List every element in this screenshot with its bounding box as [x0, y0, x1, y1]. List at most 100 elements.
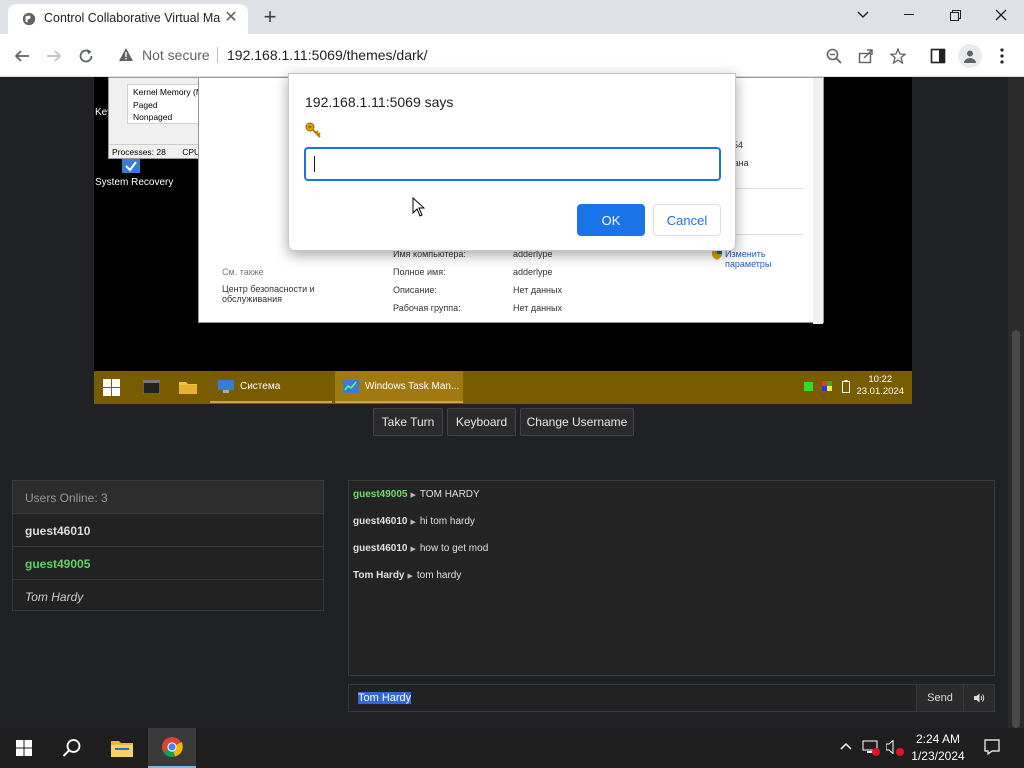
start-button[interactable] [0, 728, 48, 768]
chat-username: guest49005 [353, 489, 408, 500]
side-panel-icon[interactable] [924, 42, 952, 70]
vm-taskbar: Система Windows Task Man... 10:22 23.01.… [94, 371, 912, 404]
profile-avatar-icon[interactable] [958, 44, 982, 68]
volume-button[interactable] [963, 685, 994, 711]
vm-taskbar-item[interactable]: Windows Task Man... [335, 371, 463, 403]
see-also-label: См. также [222, 267, 264, 277]
page-scrollbar[interactable] [1008, 77, 1024, 728]
chat-arrow-icon: ▶ [410, 519, 416, 526]
network-error-badge [872, 748, 880, 756]
system-recovery-icon [122, 159, 140, 173]
chrome-icon [162, 737, 183, 757]
take-turn-button[interactable]: Take Turn [373, 408, 443, 436]
user-list-item[interactable]: Tom Hardy [13, 580, 323, 613]
address-bar[interactable]: Not secure 192.168.1.11:5069/themes/dark… [106, 39, 862, 71]
users-online-header: Users Online: 3 [13, 481, 323, 514]
zoom-icon[interactable] [820, 42, 848, 70]
windows-logo-icon [16, 740, 32, 756]
sys-row-label: Полное имя: [393, 267, 446, 277]
chat-username: guest46010 [353, 543, 408, 554]
vm-cmd-icon[interactable] [143, 380, 160, 394]
sys-row-value: Нет данных [513, 285, 562, 295]
sys-scrollbar[interactable] [813, 78, 823, 324]
bookmark-star-icon[interactable] [884, 42, 912, 70]
tab-search-chevron-icon[interactable] [840, 0, 886, 30]
system-icon [218, 379, 234, 393]
chat-text: TOM HARDY [419, 489, 480, 500]
change-params-link[interactable]: Изменить параметры [725, 249, 785, 269]
users-panel: Users Online: 3 guest46010 guest49005 To… [12, 480, 324, 611]
prompt-dialog: 192.168.1.11:5069 says OK Cancel [288, 73, 736, 251]
share-icon[interactable] [852, 42, 880, 70]
forward-button[interactable] [40, 42, 68, 70]
nonpaged-label: Nonpaged [133, 112, 173, 122]
vm-desktop-icon-label[interactable]: System Recovery [95, 177, 173, 188]
chevron-up-icon[interactable] [840, 742, 852, 750]
vm-tray-color-icon[interactable] [822, 381, 832, 391]
chat-text: how to get mod [419, 543, 489, 554]
user-list-item[interactable]: guest46010 [13, 514, 323, 547]
volume-icon [973, 693, 984, 703]
file-explorer-button[interactable] [98, 728, 146, 768]
change-username-button[interactable]: Change Username [520, 408, 634, 436]
security-center-link[interactable]: Центр безопасности и обслуживания [222, 284, 332, 304]
new-tab-button[interactable]: + [258, 5, 282, 29]
vm-date: 23.01.2024 [856, 386, 904, 397]
vm-taskbar-item[interactable]: Система [210, 371, 332, 403]
vm-taskbar-item-label: Система [240, 380, 281, 392]
minimize-button[interactable] [886, 0, 932, 30]
page-scroll-thumb[interactable] [1012, 330, 1020, 728]
search-icon [62, 739, 81, 757]
chat-log[interactable]: guest49005 ▶ TOM HARDY guest46010 ▶ hi tom h… [348, 480, 995, 676]
chat-message: guest46010 ▶ how to get mod [353, 543, 488, 554]
task-manager-icon [343, 379, 359, 393]
search-button[interactable] [48, 728, 96, 768]
chat-message: guest49005 ▶ TOM HARDY [353, 489, 480, 500]
keyboard-button[interactable]: Keyboard [447, 408, 516, 436]
not-secure-label[interactable]: Not secure [142, 47, 210, 63]
text-caret [314, 156, 315, 172]
url-text[interactable]: 192.168.1.11:5069/themes/dark/ [227, 47, 428, 63]
browser-tab[interactable]: Control Collaborative Virtual Ma ✕ [8, 4, 248, 34]
dialog-input[interactable] [304, 147, 721, 181]
tab-close-icon[interactable]: ✕ [222, 9, 240, 27]
omnibox-separator [217, 47, 218, 63]
chat-arrow-icon: ▶ [410, 546, 416, 553]
cancel-button[interactable]: Cancel [653, 204, 721, 236]
chat-message: Tom Hardy ▶ tom hardy [353, 570, 461, 581]
menu-kebab-icon[interactable] [988, 42, 1016, 70]
taskbar-time: 2:24 AM [915, 732, 961, 746]
back-button[interactable] [8, 42, 36, 70]
chat-input-selected-text: Tom Hardy [358, 692, 412, 704]
chat-username: guest46010 [353, 516, 408, 527]
vm-taskbar-item-label: Windows Task Man... [365, 380, 460, 392]
chrome-taskbar-button[interactable] [148, 728, 196, 768]
send-button[interactable]: Send [916, 685, 963, 711]
vm-folder-icon[interactable] [179, 380, 197, 394]
ok-button[interactable]: OK [577, 204, 645, 236]
chat-text: tom hardy [416, 570, 462, 581]
chat-arrow-icon: ▶ [407, 573, 413, 580]
reload-button[interactable] [72, 42, 100, 70]
tab-strip: Control Collaborative Virtual Ma ✕ + [0, 0, 1024, 34]
key-icon [305, 122, 321, 138]
chat-username: Tom Hardy [353, 570, 405, 581]
vm-tray-battery-icon[interactable] [842, 380, 850, 393]
windows-taskbar: 2:24 AM 1/23/2024 [0, 728, 1024, 768]
volume-muted-badge [896, 748, 904, 756]
vm-tray-status-icon[interactable] [804, 382, 813, 391]
chat-message: guest46010 ▶ hi tom hardy [353, 516, 475, 527]
close-window-button[interactable] [978, 0, 1024, 30]
sys-row-value: adderlype [513, 267, 553, 277]
taskbar-date: 1/23/2024 [911, 749, 965, 763]
restore-button[interactable] [932, 0, 978, 30]
sys-row-value: Нет данных [513, 303, 562, 313]
chat-input-row: Tom Hardy Send [348, 684, 995, 712]
taskbar-clock[interactable]: 2:24 AM 1/23/2024 [906, 731, 970, 765]
vm-start-icon[interactable] [103, 379, 120, 396]
user-list-item-self[interactable]: guest49005 [13, 547, 323, 580]
vm-clock[interactable]: 10:22 23.01.2024 [856, 374, 904, 398]
vm-time: 10:22 [868, 374, 893, 385]
chat-input[interactable]: Tom Hardy [349, 685, 916, 711]
notification-icon[interactable] [984, 739, 1000, 755]
